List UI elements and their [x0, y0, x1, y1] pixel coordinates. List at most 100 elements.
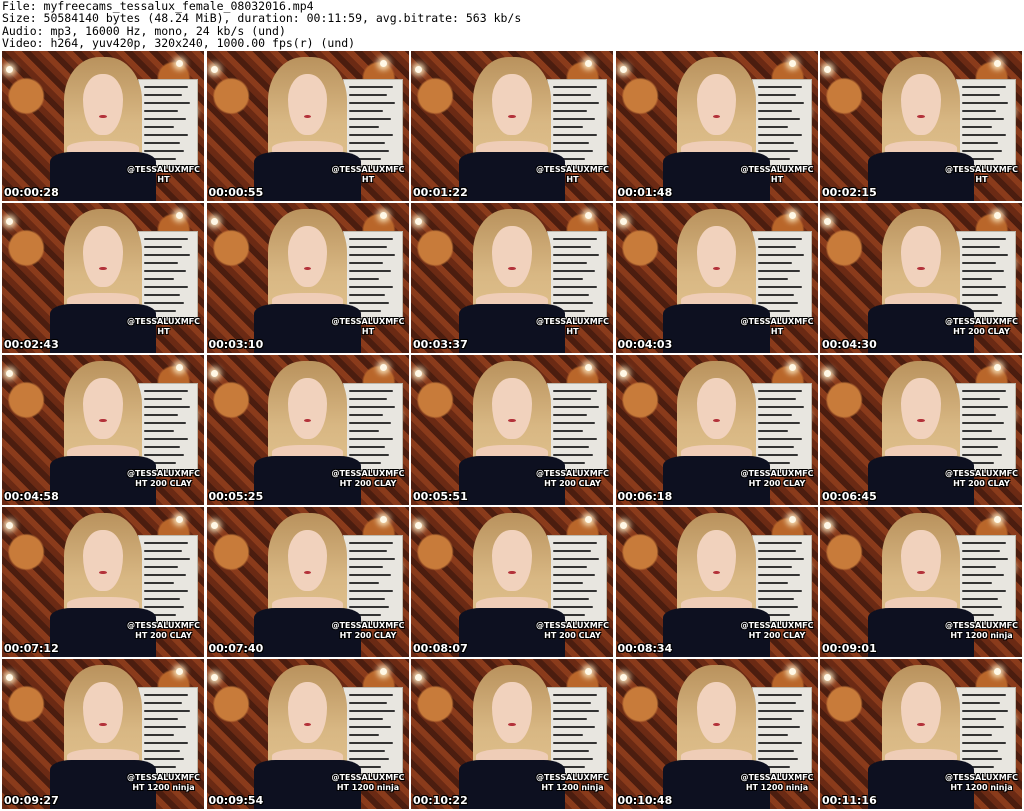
timestamp-label: 00:09:54: [208, 794, 264, 807]
thumbnail-frame[interactable]: @TESSALUXMFC HT 00:00:28: [2, 51, 204, 201]
face: [901, 378, 941, 439]
watermark: @TESSALUXMFC HT: [331, 317, 404, 337]
thumbnail-frame[interactable]: @TESSALUXMFC HT 00:03:10: [206, 203, 409, 353]
video-line: Video: h264, yuv420p, 320x240, 1000.00 f…: [2, 36, 356, 51]
thumbnail-frame[interactable]: @TESSALUXMFC HT 1200 ninja 00:10:22: [411, 659, 613, 809]
timestamp-label: 00:04:03: [617, 338, 673, 351]
watermark-note: HT 200 CLAY: [135, 479, 192, 488]
watermark: @TESSALUXMFC HT 200 CLAY: [945, 469, 1018, 489]
watermark-note: HT 1200 ninja: [745, 783, 809, 792]
face: [83, 74, 123, 135]
lips: [99, 722, 107, 727]
thumbnail-frame[interactable]: @TESSALUXMFC HT 1200 ninja 00:11:16: [820, 659, 1022, 809]
timestamp-label: 00:07:12: [4, 642, 59, 655]
lips: [712, 570, 721, 575]
watermark-handle: @TESSALUXMFC: [126, 621, 200, 630]
watermark-handle: @TESSALUXMFC: [535, 165, 609, 174]
thumbnail-frame[interactable]: @TESSALUXMFC HT 00:02:15: [820, 51, 1022, 201]
timestamp-label: 00:03:37: [413, 338, 468, 351]
watermark: @TESSALUXMFC HT 200 CLAY: [740, 621, 813, 641]
watermark: @TESSALUXMFC HT: [331, 165, 404, 185]
watermark-note: HT: [361, 327, 375, 336]
watermark-handle: @TESSALUXMFC: [331, 469, 405, 478]
lips: [99, 570, 107, 575]
watermark-handle: @TESSALUXMFC: [126, 317, 200, 326]
timestamp-label: 00:02:15: [822, 186, 877, 199]
thumbnail-frame[interactable]: @TESSALUXMFC HT 00:02:43: [2, 203, 204, 353]
watermark-note: HT: [157, 327, 170, 336]
timestamp-label: 00:01:22: [413, 186, 468, 199]
timestamp-label: 00:05:51: [413, 490, 468, 503]
watermark-handle: @TESSALUXMFC: [944, 469, 1018, 478]
thumbnail-frame[interactable]: @TESSALUXMFC HT 1200 ninja 00:09:01: [820, 507, 1022, 657]
thumbnail-frame[interactable]: @TESSALUXMFC HT 200 CLAY 00:08:07: [411, 507, 613, 657]
watermark-handle: @TESSALUXMFC: [331, 621, 405, 630]
face: [492, 530, 532, 591]
thumbnail-frame[interactable]: @TESSALUXMFC HT 200 CLAY 00:06:45: [820, 355, 1022, 505]
watermark-note: HT 200 CLAY: [953, 327, 1010, 336]
face: [83, 530, 123, 591]
face: [901, 530, 941, 591]
watermark: @TESSALUXMFC HT 200 CLAY: [127, 469, 200, 489]
watermark-note: HT 1200 ninja: [950, 631, 1013, 640]
thumbnail-frame[interactable]: @TESSALUXMFC HT 00:04:03: [615, 203, 818, 353]
watermark-note: HT: [770, 327, 784, 336]
watermark: @TESSALUXMFC HT: [740, 317, 813, 337]
watermark-note: HT 200 CLAY: [953, 479, 1010, 488]
watermark-handle: @TESSALUXMFC: [126, 469, 200, 478]
face: [287, 226, 328, 287]
lips: [303, 418, 312, 423]
watermark-note: HT: [566, 327, 579, 336]
thumbnail-frame[interactable]: @TESSALUXMFC HT 200 CLAY 00:05:25: [206, 355, 409, 505]
timestamp-label: 00:03:10: [208, 338, 264, 351]
watermark-note: HT 1200 ninja: [950, 783, 1013, 792]
face: [492, 682, 532, 743]
watermark: @TESSALUXMFC HT 1200 ninja: [945, 621, 1018, 641]
file-info-header: File: myfreecams_tessalux_female_0803201…: [2, 0, 1022, 50]
lips: [99, 418, 107, 423]
lips: [712, 418, 721, 423]
face: [696, 74, 737, 135]
thumbnail-frame[interactable]: @TESSALUXMFC HT 00:03:37: [411, 203, 613, 353]
size-line: Size: 50584140 bytes (48.24 MiB), durati…: [2, 11, 522, 26]
face: [696, 682, 737, 743]
thumbnail-frame[interactable]: @TESSALUXMFC HT 200 CLAY 00:07:40: [206, 507, 409, 657]
timestamp-label: 00:08:07: [413, 642, 468, 655]
timestamp-label: 00:10:22: [413, 794, 468, 807]
watermark-handle: @TESSALUXMFC: [535, 469, 609, 478]
thumbnail-frame[interactable]: @TESSALUXMFC HT 00:01:22: [411, 51, 613, 201]
thumbnail-frame[interactable]: @TESSALUXMFC HT 00:00:55: [206, 51, 409, 201]
thumbnail-frame[interactable]: @TESSALUXMFC HT 00:01:48: [615, 51, 818, 201]
watermark-note: HT: [566, 175, 579, 184]
thumbnail-frame[interactable]: @TESSALUXMFC HT 200 CLAY 00:05:51: [411, 355, 613, 505]
face: [492, 226, 532, 287]
timestamp-label: 00:06:18: [617, 490, 673, 503]
watermark-handle: @TESSALUXMFC: [944, 317, 1018, 326]
face: [287, 682, 328, 743]
thumbnail-frame[interactable]: @TESSALUXMFC HT 200 CLAY 00:07:12: [2, 507, 204, 657]
thumbnail-frame[interactable]: @TESSALUXMFC HT 1200 ninja 00:09:54: [206, 659, 409, 809]
watermark-note: HT: [157, 175, 170, 184]
lips: [712, 114, 721, 119]
timestamp-label: 00:08:34: [617, 642, 673, 655]
watermark-handle: @TESSALUXMFC: [944, 773, 1018, 782]
watermark-handle: @TESSALUXMFC: [740, 621, 814, 630]
lips: [303, 266, 312, 271]
watermark-note: HT: [770, 175, 784, 184]
watermark-handle: @TESSALUXMFC: [740, 317, 814, 326]
lips: [712, 722, 721, 727]
thumbnail-frame[interactable]: @TESSALUXMFC HT 1200 ninja 00:09:27: [2, 659, 204, 809]
thumbnail-frame[interactable]: @TESSALUXMFC HT 200 CLAY 00:06:18: [615, 355, 818, 505]
thumbnail-frame[interactable]: @TESSALUXMFC HT 200 CLAY 00:04:30: [820, 203, 1022, 353]
watermark: @TESSALUXMFC HT 1200 ninja: [536, 773, 609, 793]
thumbnail-frame[interactable]: @TESSALUXMFC HT 1200 ninja 00:10:48: [615, 659, 818, 809]
thumbnail-frame[interactable]: @TESSALUXMFC HT 200 CLAY 00:04:58: [2, 355, 204, 505]
timestamp-label: 00:01:48: [617, 186, 673, 199]
watermark-note: HT 1200 ninja: [336, 783, 400, 792]
watermark: @TESSALUXMFC HT 200 CLAY: [331, 469, 404, 489]
watermark-handle: @TESSALUXMFC: [126, 773, 200, 782]
face: [287, 378, 328, 439]
face: [287, 530, 328, 591]
watermark-handle: @TESSALUXMFC: [535, 317, 609, 326]
thumbnail-frame[interactable]: @TESSALUXMFC HT 200 CLAY 00:08:34: [615, 507, 818, 657]
